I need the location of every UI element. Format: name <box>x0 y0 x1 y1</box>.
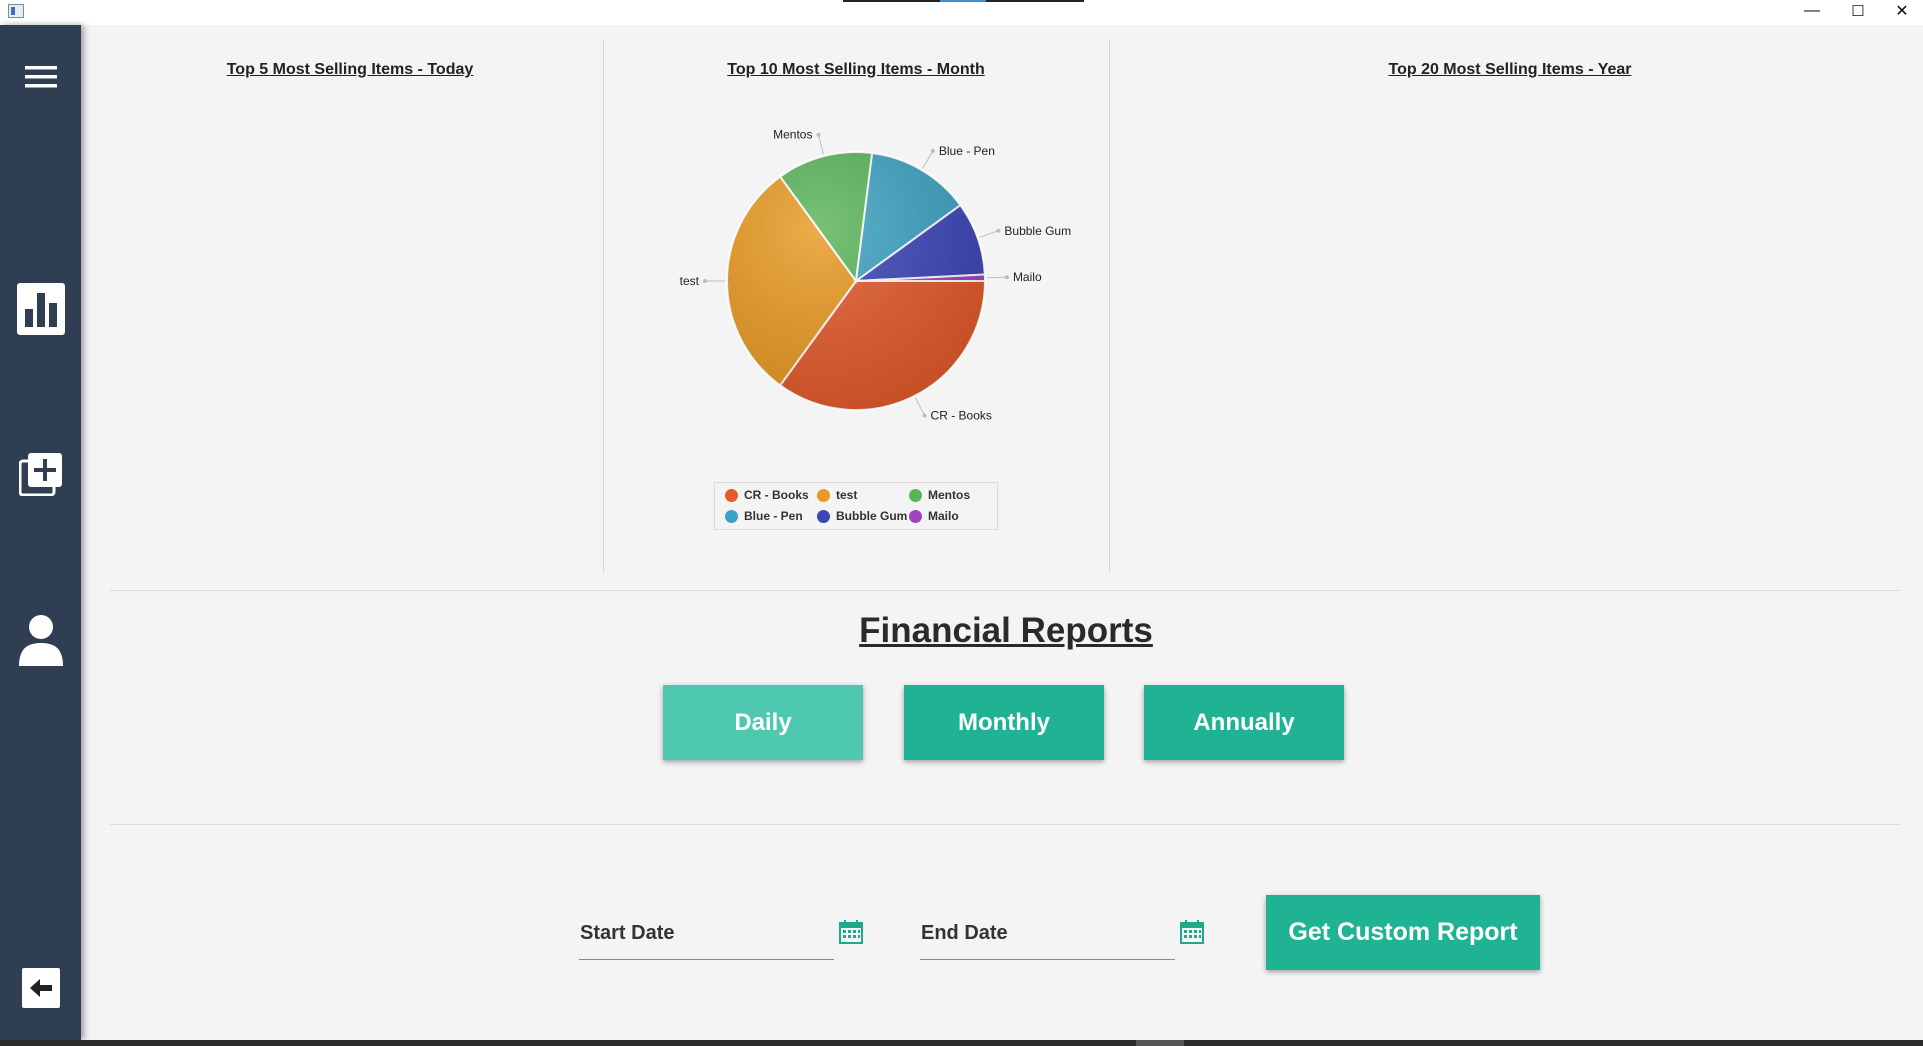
legend-swatch <box>909 509 922 523</box>
legend-swatch <box>817 509 830 523</box>
pie-leader-line <box>817 134 824 155</box>
pie-leader-line <box>922 150 934 169</box>
legend-label: Bubble Gum <box>836 509 908 523</box>
start-date-placeholder: Start Date <box>580 922 675 944</box>
pie-label: Bubble Gum <box>1004 224 1071 238</box>
taskbar-strip <box>0 1040 1923 1046</box>
app-icon <box>8 4 24 18</box>
pie-leader-line <box>986 276 1007 279</box>
title-bar: — ☐ ✕ <box>0 0 1923 25</box>
pie-label: Mailo <box>1013 270 1042 284</box>
legend-label: test <box>836 488 858 502</box>
legend-swatch <box>725 509 738 523</box>
legend-item: test <box>817 488 857 502</box>
legend-item: Mentos <box>909 488 970 502</box>
pie-leader-dot <box>816 132 821 137</box>
legend-swatch <box>909 488 922 502</box>
month-chart-title: Top 10 Most Selling Items - Month <box>727 61 985 78</box>
start-calendar-icon[interactable] <box>839 920 863 944</box>
section-divider <box>110 590 1900 591</box>
year-chart-title: Top 20 Most Selling Items - Year <box>1388 61 1632 78</box>
pie-label: Blue - Pen <box>939 144 995 158</box>
daily-button[interactable]: Daily <box>663 685 863 760</box>
pie-label: CR - Books <box>931 409 992 423</box>
pie-label: test <box>680 274 700 288</box>
section-divider <box>110 824 1900 825</box>
legend-item: Bubble Gum <box>817 509 907 523</box>
panel-divider <box>603 40 604 572</box>
title-bar-accent <box>940 0 986 2</box>
monthly-button[interactable]: Monthly <box>904 685 1104 760</box>
get-custom-report-button[interactable]: Get Custom Report <box>1266 895 1540 970</box>
legend-swatch <box>725 488 738 502</box>
legend-label: Blue - Pen <box>744 509 803 523</box>
pie-leader-dot <box>996 228 1001 233</box>
minimize-button[interactable]: — <box>1789 0 1835 22</box>
today-chart-title: Top 5 Most Selling Items - Today <box>226 61 474 78</box>
start-date-field[interactable]: Start Date <box>579 910 834 960</box>
close-button[interactable]: ✕ <box>1879 0 1923 22</box>
legend-label: Mentos <box>928 488 970 502</box>
annually-button[interactable]: Annually <box>1144 685 1344 760</box>
end-date-placeholder: End Date <box>921 922 1008 944</box>
maximize-button[interactable]: ☐ <box>1835 0 1881 22</box>
bar-chart-icon[interactable] <box>0 283 81 335</box>
add-item-icon[interactable] <box>0 452 81 496</box>
chart-legend: CR - Books test Mentos Blue - Pen Bubble Gum… <box>714 482 998 530</box>
month-pie-chart: CR - Books test Mentos Blue - Pen Bubble Gum… <box>680 128 1071 423</box>
pie-leader-dot <box>1004 275 1009 280</box>
legend-label: CR - Books <box>744 488 809 502</box>
legend-label: Mailo <box>928 509 959 523</box>
panel-divider <box>1109 40 1110 572</box>
pie-leader-dot <box>922 413 927 418</box>
pie-leader-dot <box>703 278 707 283</box>
pie-leader-line <box>915 397 925 416</box>
pie-leader-line <box>979 230 999 238</box>
pie-leader-dot <box>930 149 935 154</box>
end-calendar-icon[interactable] <box>1180 920 1204 944</box>
financial-reports-title: Financial Reports <box>859 611 1153 650</box>
menu-icon[interactable] <box>0 65 81 89</box>
legend-swatch <box>817 488 830 502</box>
legend-item: Blue - Pen <box>725 509 803 523</box>
pie-label: Mentos <box>773 128 812 142</box>
legend-item: Mailo <box>909 509 959 523</box>
back-arrow-icon[interactable] <box>0 968 81 1008</box>
legend-item: CR - Books <box>725 488 809 502</box>
sidebar <box>0 25 81 1040</box>
end-date-field[interactable]: End Date <box>920 910 1175 960</box>
